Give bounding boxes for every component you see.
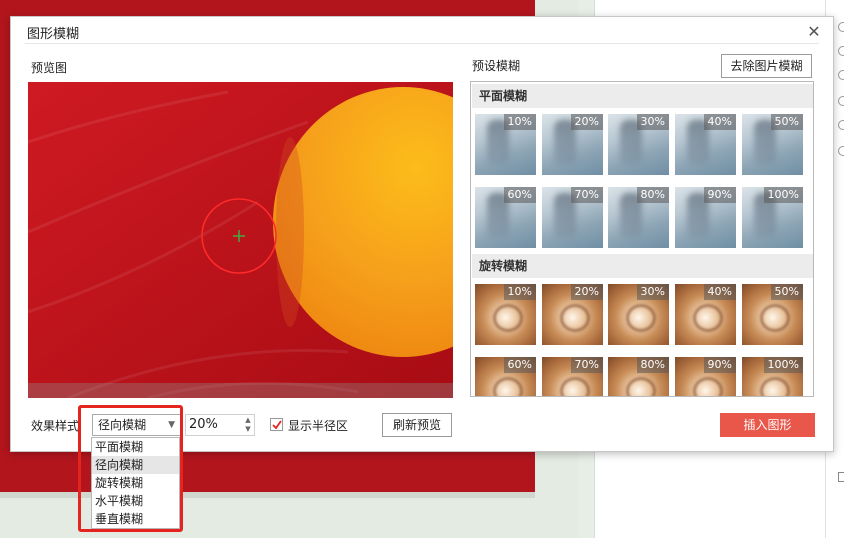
effect-style-value: 径向模糊 (98, 418, 147, 432)
rotate-blur-preset[interactable]: 90% (675, 357, 736, 396)
preview-image[interactable] (28, 82, 453, 398)
dropdown-option[interactable]: 径向模糊 (92, 456, 179, 474)
flat-blur-preset[interactable]: 30% (608, 114, 669, 175)
side-radio[interactable] (838, 120, 844, 130)
flat-blur-preset[interactable]: 90% (675, 187, 736, 248)
rotate-blur-preset[interactable]: 50% (742, 284, 803, 345)
preset-percent-label: 30% (636, 284, 669, 300)
flat-blur-preset[interactable]: 70% (542, 187, 603, 248)
effect-style-select[interactable]: 径向模糊 ▼ (92, 414, 181, 436)
preset-percent-label: 40% (703, 114, 736, 130)
side-radio[interactable] (838, 22, 844, 32)
flat-blur-preset[interactable]: 20% (542, 114, 603, 175)
flat-blur-preset[interactable]: 40% (675, 114, 736, 175)
rotate-blur-preset[interactable]: 70% (542, 357, 603, 396)
preset-percent-label: 50% (770, 284, 803, 300)
stepper-up-icon[interactable]: ▲ (243, 416, 253, 425)
close-icon[interactable]: ✕ (807, 24, 821, 40)
effect-style-label: 效果样式 (31, 419, 80, 433)
side-radio[interactable] (838, 146, 844, 156)
side-radio[interactable] (838, 96, 844, 106)
side-checkbox[interactable] (838, 472, 844, 482)
flat-blur-preset[interactable]: 50% (742, 114, 803, 175)
preset-percent-label: 70% (570, 187, 603, 203)
preset-percent-label: 60% (503, 187, 536, 203)
preview-label: 预览图 (31, 61, 68, 75)
rotate-blur-header: 旋转模糊 (472, 254, 813, 278)
flat-blur-preset[interactable]: 100% (742, 187, 803, 248)
side-radio[interactable] (838, 70, 844, 80)
rotate-blur-preset[interactable]: 20% (542, 284, 603, 345)
preset-percent-label: 90% (703, 357, 736, 373)
preset-percent-label: 100% (763, 187, 803, 203)
preset-percent-label: 40% (703, 284, 736, 300)
preset-percent-label: 10% (503, 114, 536, 130)
blur-amount-stepper[interactable]: 20% ▲ ▼ (185, 414, 255, 436)
preset-gallery: 平面模糊 旋转模糊 10% 20% 30% 40% 50% 60% 70% 80% 90% 100… (470, 81, 814, 397)
title-divider (25, 43, 819, 44)
chevron-down-icon: ▼ (168, 420, 175, 430)
refresh-preview-button[interactable]: 刷新预览 (382, 413, 452, 437)
preset-percent-label: 20% (570, 114, 603, 130)
preset-percent-label: 50% (770, 114, 803, 130)
dropdown-option[interactable]: 水平模糊 (92, 492, 179, 510)
rotate-blur-preset[interactable]: 60% (475, 357, 536, 396)
rotate-blur-preset[interactable]: 100% (742, 357, 803, 396)
flat-blur-preset[interactable]: 60% (475, 187, 536, 248)
preset-percent-label: 10% (503, 284, 536, 300)
rotate-blur-preset[interactable]: 30% (608, 284, 669, 345)
show-radius-label: 显示半径区 (288, 419, 349, 433)
slide-shadow (0, 492, 535, 498)
dropdown-option[interactable]: 平面模糊 (92, 438, 179, 456)
dialog-title: 图形模糊 (27, 27, 80, 42)
flat-blur-header: 平面模糊 (472, 84, 813, 108)
blur-dialog: 图形模糊 ✕ 预览图 预设模糊 去除图片模糊 平面模糊 旋转模糊 10% 20%… (10, 16, 834, 452)
check-icon (272, 420, 282, 430)
dropdown-option[interactable]: 垂直模糊 (92, 510, 179, 528)
rotate-blur-preset[interactable]: 80% (608, 357, 669, 396)
flat-blur-preset[interactable]: 10% (475, 114, 536, 175)
preset-percent-label: 80% (636, 187, 669, 203)
flat-blur-preset[interactable]: 80% (608, 187, 669, 248)
preset-percent-label: 90% (703, 187, 736, 203)
stepper-down-icon[interactable]: ▼ (243, 425, 253, 434)
preset-percent-label: 100% (763, 357, 803, 373)
insert-shape-button[interactable]: 插入图形 (720, 413, 815, 437)
show-radius-checkbox[interactable] (270, 418, 283, 431)
preset-percent-label: 80% (636, 357, 669, 373)
preset-percent-label: 60% (503, 357, 536, 373)
preset-percent-label: 70% (570, 357, 603, 373)
effect-style-dropdown: 平面模糊 径向模糊 旋转模糊 水平模糊 垂直模糊 (91, 437, 180, 529)
side-radio[interactable] (838, 46, 844, 56)
blur-amount-value: 20% (189, 417, 218, 432)
rotate-blur-preset[interactable]: 10% (475, 284, 536, 345)
remove-blur-button[interactable]: 去除图片模糊 (721, 54, 812, 78)
rotate-blur-preset[interactable]: 40% (675, 284, 736, 345)
preset-label: 预设模糊 (472, 59, 521, 73)
dropdown-option[interactable]: 旋转模糊 (92, 474, 179, 492)
preset-percent-label: 30% (636, 114, 669, 130)
preset-percent-label: 20% (570, 284, 603, 300)
